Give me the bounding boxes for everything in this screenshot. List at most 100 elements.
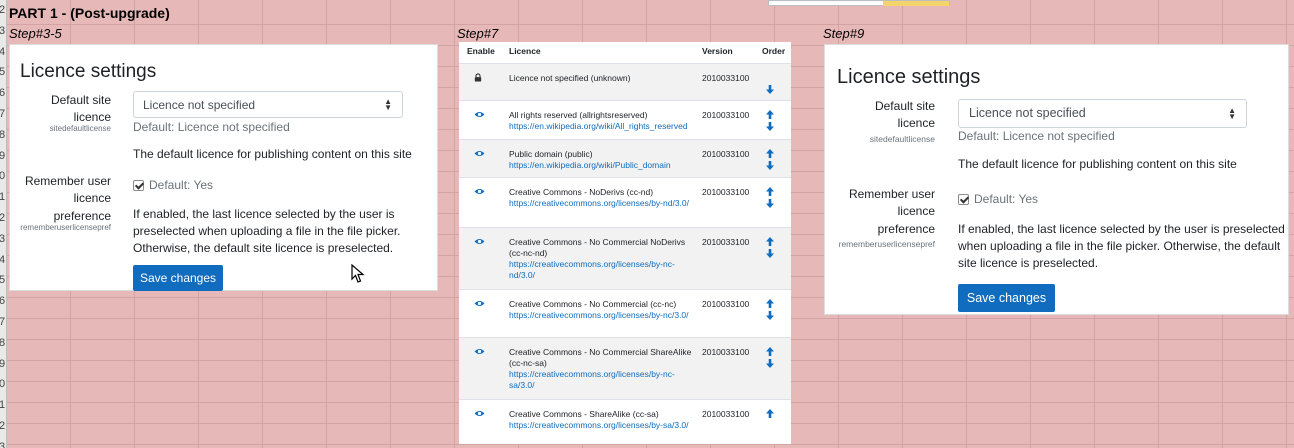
default-licence-key: sitedefaultlicense (49, 124, 111, 133)
row-number: 4 (0, 254, 5, 266)
checkbox-checked-icon[interactable] (958, 193, 969, 205)
eye-icon[interactable] (474, 347, 486, 357)
default-licence-select[interactable]: Licence not specified ▲ ▼ (133, 91, 403, 118)
move-up-arrow-icon[interactable] (765, 346, 779, 357)
move-up-arrow-icon[interactable] (765, 298, 779, 309)
remember-licence-checkbox[interactable]: Default: Yes (133, 178, 213, 192)
default-licence-description: The default licence for publishing conte… (133, 147, 412, 161)
licence-url-link[interactable]: https://en.wikipedia.org/wiki/All_rights… (509, 121, 693, 132)
licence-version: 2010033100 (702, 299, 750, 309)
remember-licence-label: Remember user licence preference (24, 174, 111, 223)
row-number: 8 (0, 337, 5, 349)
order-controls (765, 298, 779, 322)
row-number: 6 (0, 296, 5, 307)
remember-licence-key: rememberuserlicensepref (20, 223, 111, 232)
move-down-arrow-icon[interactable] (765, 121, 779, 132)
licence-url-link[interactable]: https://creativecommons.org/licenses/by-… (509, 369, 693, 391)
table-row: Creative Commons - ShareAlike (cc-sa) htt… (459, 400, 791, 444)
move-down-arrow-icon[interactable] (765, 310, 779, 321)
licence-name-cell: All rights reserved (allrightsreserved) h… (509, 110, 693, 132)
select-arrows-icon: ▲ ▼ (1228, 105, 1236, 121)
default-licence-label: Default site licence (50, 93, 111, 125)
licence-url-link[interactable]: https://creativecommons.org/licenses/by-… (509, 259, 693, 281)
move-down-arrow-icon[interactable] (765, 84, 779, 95)
row-number: 1 (0, 400, 5, 411)
move-down-arrow-icon[interactable] (765, 198, 779, 209)
row-number: 6 (0, 88, 5, 99)
order-controls (765, 186, 779, 210)
checkbox-checked-icon[interactable] (133, 179, 144, 191)
row-number: 0 (0, 171, 5, 182)
row-number: 3 (0, 233, 5, 245)
eye-icon[interactable] (474, 110, 486, 120)
licence-name-cell: Creative Commons - NoDerivs (cc-nd) https… (509, 187, 693, 209)
page-title: Licence settings (837, 66, 981, 88)
licence-url-link[interactable]: https://en.wikipedia.org/wiki/Public_dom… (509, 160, 693, 171)
move-up-arrow-icon[interactable] (765, 186, 779, 197)
remember-licence-description: If enabled, the last licence selected by… (133, 207, 401, 255)
row-number: 0 (0, 379, 5, 390)
licence-name: Creative Commons - No Commercial ShareAl… (509, 347, 692, 368)
default-licence-selected-value: Licence not specified (969, 106, 1086, 120)
licence-url-link[interactable]: https://creativecommons.org/licenses/by-… (509, 420, 693, 431)
remember-licence-checkbox[interactable]: Default: Yes (958, 192, 1038, 206)
licence-version: 2010033100 (702, 73, 750, 83)
move-up-arrow-icon[interactable] (765, 408, 779, 419)
row-number: 7 (0, 317, 5, 328)
table-row: All rights reserved (allrightsreserved) h… (459, 101, 791, 140)
row-number: 2 (0, 5, 5, 16)
default-licence-select[interactable]: Licence not specified ▲ ▼ (958, 99, 1247, 128)
licence-name-cell: Creative Commons - No Commercial (cc-nc)… (509, 299, 693, 321)
licence-name-cell: Creative Commons - No Commercial ShareAl… (509, 347, 693, 391)
eye-icon[interactable] (474, 409, 486, 419)
licence-version: 2010033100 (702, 187, 750, 197)
save-button[interactable]: Save changes (958, 284, 1055, 312)
selected-cell[interactable] (768, 0, 950, 6)
order-controls (765, 408, 779, 420)
licence-name: Creative Commons - ShareAlike (cc-sa) (509, 409, 659, 419)
move-up-arrow-icon[interactable] (765, 148, 779, 159)
order-controls (765, 346, 779, 370)
table-header: Enable Licence Version Order (459, 42, 791, 64)
row-number: 5 (0, 67, 5, 78)
step-label-2: Step#7 (457, 26, 499, 41)
licence-url-link[interactable]: https://creativecommons.org/licenses/by-… (509, 198, 693, 209)
remember-licence-default-text: Default: Yes (149, 178, 214, 192)
column-header-order: Order (762, 46, 786, 56)
table-row: Creative Commons - No Commercial NoDeriv… (459, 228, 791, 290)
order-controls (765, 109, 779, 133)
eye-icon[interactable] (474, 187, 486, 197)
step-label-3: Step#9 (823, 26, 865, 41)
lock-icon (474, 73, 486, 83)
column-header-version: Version (702, 46, 733, 56)
eye-icon[interactable] (474, 237, 486, 247)
table-row: Public domain (public) https://en.wikiped… (459, 140, 791, 178)
remember-licence-description: If enabled, the last licence selected by… (958, 222, 1285, 270)
part-title: PART 1 - (Post-upgrade) (9, 5, 170, 21)
row-number-header: 2 3 4 5 6 7 8 9 0 1 2 3 4 5 6 7 8 9 0 1 2 3 (0, 0, 7, 448)
licence-version: 2010033100 (702, 149, 750, 159)
move-down-arrow-icon[interactable] (765, 248, 779, 259)
save-button[interactable]: Save changes (133, 265, 223, 291)
move-down-arrow-icon[interactable] (765, 160, 779, 171)
table-row: Creative Commons - No Commercial (cc-nc)… (459, 290, 791, 338)
eye-icon[interactable] (474, 299, 486, 309)
default-licence-selected-value: Licence not specified (143, 98, 256, 112)
move-up-arrow-icon[interactable] (765, 236, 779, 247)
licence-name: Creative Commons - No Commercial NoDeriv… (509, 237, 686, 258)
move-up-arrow-icon[interactable] (765, 109, 779, 120)
row-number: 9 (0, 150, 5, 162)
licence-manager-table: Enable Licence Version Order Licence not… (459, 42, 791, 444)
default-licence-key: sitedefaultlicense (869, 134, 935, 144)
default-licence-label: Default site licence (874, 99, 935, 131)
move-down-arrow-icon[interactable] (765, 358, 779, 369)
licence-name: Public domain (public) (509, 149, 593, 159)
row-number: 3 (0, 25, 5, 37)
row-number: 7 (0, 109, 5, 120)
licence-version: 2010033100 (702, 110, 750, 120)
eye-icon[interactable] (474, 149, 486, 159)
row-number: 3 (0, 441, 5, 448)
licence-name-cell: Creative Commons - No Commercial NoDeriv… (509, 237, 693, 281)
licence-url-link[interactable]: https://creativecommons.org/licenses/by-… (509, 310, 693, 321)
remember-licence-default-text: Default: Yes (974, 192, 1039, 206)
